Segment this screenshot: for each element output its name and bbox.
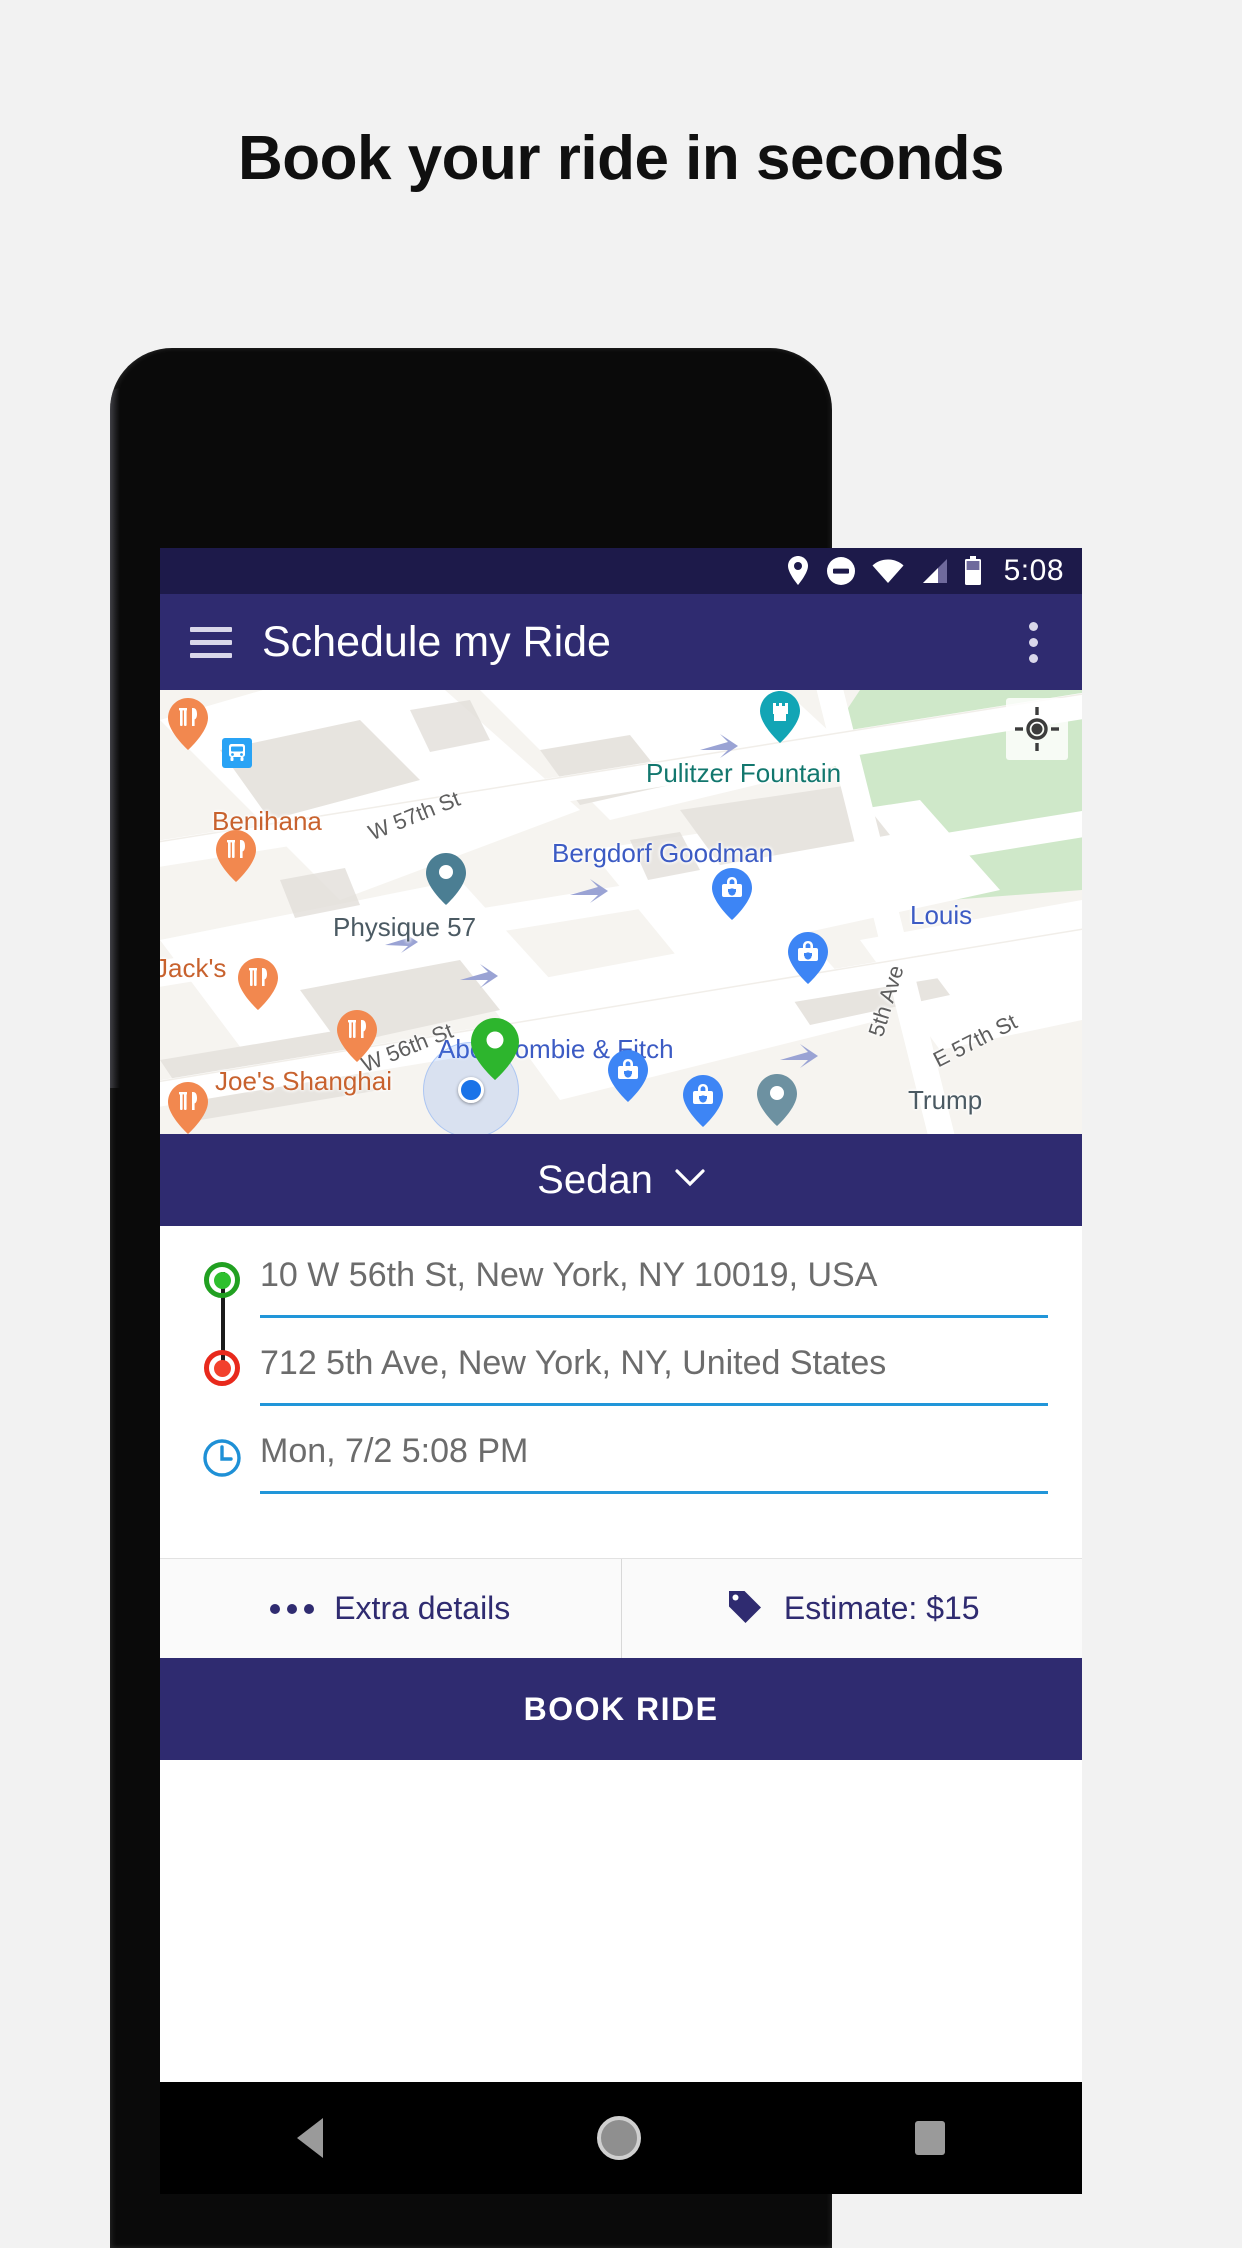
chevron-down-icon [675, 1168, 705, 1192]
datetime-value[interactable]: Mon, 7/2 5:08 PM [260, 1432, 1048, 1491]
price-tag-icon [724, 1586, 764, 1631]
app-bar-title: Schedule my Ride [262, 617, 611, 666]
restaurant-pin[interactable] [168, 1082, 208, 1134]
battery-icon [964, 556, 982, 586]
map-place-label: Bergdorf Goodman [552, 838, 774, 868]
estimate-label: Estimate: $15 [783, 1590, 980, 1626]
pickup-field-underline [260, 1315, 1048, 1318]
recents-square-icon[interactable] [915, 2121, 945, 2155]
dropoff-address-value[interactable]: 712 5th Ave, New York, NY, United States [260, 1344, 1048, 1403]
place-pin[interactable] [426, 853, 466, 905]
pickup-marker-icon [194, 1256, 250, 1298]
pickup-field-row[interactable]: 10 W 56th St, New York, NY 10019, USA [160, 1256, 1082, 1318]
location-pin-icon [786, 556, 810, 586]
hamburger-menu-icon[interactable] [190, 626, 232, 658]
my-location-icon [1015, 707, 1059, 751]
pickup-marker[interactable] [471, 1018, 519, 1080]
map-place-label: Trump [908, 1085, 983, 1115]
extra-details-label: Extra details [334, 1590, 511, 1626]
map-place-label: Louis [910, 900, 973, 930]
dropoff-field-row[interactable]: 712 5th Ave, New York, NY, United States [160, 1344, 1082, 1406]
dropoff-marker-icon [194, 1344, 250, 1386]
android-navigation-bar [160, 2082, 1082, 2194]
shopping-pin[interactable] [712, 868, 752, 920]
map-place-label: Physique 57 [333, 912, 477, 942]
ride-form: 10 W 56th St, New York, NY 10019, USA 71… [160, 1226, 1082, 1506]
castle-pin[interactable] [760, 691, 800, 743]
do-not-disturb-icon [826, 556, 856, 586]
map-place-label: Pulitzer Fountain [646, 758, 842, 788]
back-triangle-icon[interactable] [297, 2118, 323, 2158]
more-dots-icon [270, 1603, 315, 1614]
restaurant-pin[interactable] [238, 958, 278, 1010]
map-place-label: Joe's Shanghai [215, 1066, 392, 1096]
page-title: Book your ride in seconds [237, 124, 1005, 193]
vehicle-type-selector[interactable]: Sedan [160, 1134, 1082, 1226]
shopping-pin[interactable] [788, 932, 828, 984]
status-bar-clock: 5:08 [1003, 554, 1064, 587]
datetime-field-row[interactable]: Mon, 7/2 5:08 PM [160, 1432, 1082, 1494]
landmark-pin[interactable] [757, 1074, 797, 1126]
restaurant-pin[interactable] [216, 830, 256, 882]
bus-stop-icon[interactable] [222, 738, 252, 768]
app-bar: Schedule my Ride [160, 594, 1082, 690]
book-ride-button[interactable]: BOOK RIDE [160, 1658, 1082, 1760]
dropoff-field-underline [260, 1403, 1048, 1406]
overflow-menu-icon[interactable] [1028, 621, 1038, 663]
map-view[interactable]: W 57th St W 56th St 5th Ave E 57th St Be… [160, 690, 1082, 1134]
status-bar: 5:08 [160, 548, 1082, 594]
restaurant-pin[interactable] [168, 698, 208, 750]
pickup-address-value[interactable]: 10 W 56th St, New York, NY 10019, USA [260, 1256, 1048, 1315]
map-place-label: Jack's [160, 953, 227, 983]
cell-signal-icon [920, 558, 948, 584]
secondary-action-bar: Extra details Estimate: $15 [160, 1558, 1082, 1658]
wifi-icon [872, 558, 904, 584]
estimate-button[interactable]: Estimate: $15 [620, 1559, 1083, 1658]
restaurant-pin[interactable] [337, 1010, 377, 1062]
my-location-button[interactable] [1006, 698, 1068, 760]
vehicle-type-label: Sedan [537, 1157, 653, 1202]
clock-icon [194, 1432, 250, 1478]
home-circle-icon[interactable] [597, 2116, 641, 2160]
shopping-pin[interactable] [608, 1050, 648, 1102]
datetime-field-underline [260, 1491, 1048, 1494]
extra-details-button[interactable]: Extra details [160, 1559, 621, 1658]
phone-screen: 5:08 Schedule my Ride W 57th St W 56th S… [160, 548, 1082, 2082]
shopping-pin[interactable] [683, 1075, 723, 1127]
